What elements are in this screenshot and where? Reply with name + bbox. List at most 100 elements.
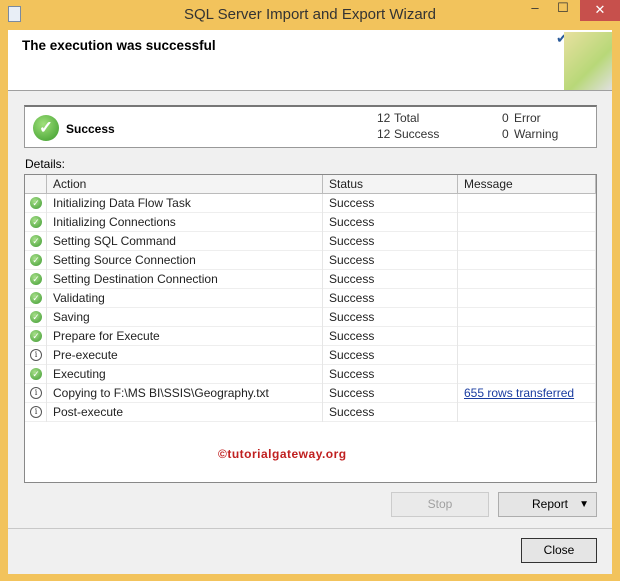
message-cell <box>458 251 596 270</box>
action-cell: Post-execute <box>47 403 323 422</box>
status-cell: Success <box>323 384 458 403</box>
success-icon: ✓ <box>30 273 42 285</box>
success-icon: ✓ <box>33 115 59 141</box>
message-cell <box>458 289 596 308</box>
message-cell <box>458 232 596 251</box>
status-cell: Success <box>323 365 458 384</box>
message-cell <box>458 346 596 365</box>
success-icon: ✓ <box>30 368 42 380</box>
total-count: 12 <box>377 111 391 125</box>
action-cell: Executing <box>47 365 323 384</box>
warning-count: 0 <box>502 127 509 141</box>
action-cell: Validating <box>47 289 323 308</box>
total-label: Total <box>394 111 420 125</box>
info-icon: i <box>30 349 42 361</box>
header-status[interactable]: Status <box>323 175 458 194</box>
warning-label: Warning <box>514 127 559 141</box>
table-row[interactable]: i Pre-execute Success <box>25 346 596 365</box>
table-row[interactable]: ✓ Prepare for Execute Success <box>25 327 596 346</box>
message-cell <box>458 194 596 213</box>
table-row[interactable]: ✓ Executing Success <box>25 365 596 384</box>
error-label: Error <box>514 111 541 125</box>
status-cell: Success <box>323 213 458 232</box>
row-icon-cell: ✓ <box>25 270 47 289</box>
wizard-body: The execution was successful ✔ ✓ Success… <box>8 30 612 574</box>
row-icon-cell: i <box>25 403 47 422</box>
error-count: 0 <box>502 111 509 125</box>
message-cell <box>458 403 596 422</box>
wizard-banner-icon <box>564 32 612 90</box>
success-icon: ✓ <box>30 254 42 266</box>
row-icon-cell: i <box>25 384 47 403</box>
message-link[interactable]: 655 rows transferred <box>464 386 574 400</box>
message-cell <box>458 270 596 289</box>
row-icon-cell: ✓ <box>25 232 47 251</box>
success-count: 12 <box>377 127 391 141</box>
summary-panel: ✓ Success 12 Total 12 Success 0 Error 0 … <box>24 105 597 148</box>
table-row[interactable]: i Post-execute Success <box>25 403 596 422</box>
status-cell: Success <box>323 308 458 327</box>
row-icon-cell: ✓ <box>25 213 47 232</box>
maximize-button[interactable]: ☐ <box>550 0 576 21</box>
table-row[interactable]: ✓ Setting Source Connection Success <box>25 251 596 270</box>
row-icon-cell: ✓ <box>25 365 47 384</box>
row-icon-cell: ✓ <box>25 308 47 327</box>
action-cell: Initializing Data Flow Task <box>47 194 323 213</box>
status-cell: Success <box>323 403 458 422</box>
message-cell: 655 rows transferred <box>458 384 596 403</box>
action-cell: Setting Destination Connection <box>47 270 323 289</box>
message-cell <box>458 308 596 327</box>
status-cell: Success <box>323 327 458 346</box>
table-header: Action Status Message <box>25 175 596 194</box>
table-row[interactable]: ✓ Validating Success <box>25 289 596 308</box>
row-icon-cell: i <box>25 346 47 365</box>
row-icon-cell: ✓ <box>25 194 47 213</box>
page-title: The execution was successful <box>22 38 216 53</box>
page-header: The execution was successful ✔ <box>8 30 612 91</box>
success-label: Success <box>394 127 440 141</box>
table-row[interactable]: ✓ Setting SQL Command Success <box>25 232 596 251</box>
header-message[interactable]: Message <box>458 175 596 194</box>
report-label: Report <box>532 497 569 511</box>
status-cell: Success <box>323 194 458 213</box>
watermark: ©tutorialgateway.org <box>218 447 347 461</box>
title-bar: SQL Server Import and Export Wizard – ☐ … <box>0 0 620 30</box>
action-cell: Pre-execute <box>47 346 323 365</box>
table-row[interactable]: ✓ Initializing Connections Success <box>25 213 596 232</box>
message-cell <box>458 327 596 346</box>
action-cell: Setting SQL Command <box>47 232 323 251</box>
divider <box>8 528 612 529</box>
minimize-button[interactable]: – <box>522 0 548 21</box>
success-icon: ✓ <box>30 311 42 323</box>
header-icon-column <box>25 175 47 194</box>
table-row[interactable]: ✓ Setting Destination Connection Success <box>25 270 596 289</box>
row-icon-cell: ✓ <box>25 327 47 346</box>
summary-status: Success <box>66 122 115 136</box>
success-icon: ✓ <box>30 216 42 228</box>
wizard-window: SQL Server Import and Export Wizard – ☐ … <box>0 0 620 581</box>
action-cell: Copying to F:\MS BI\SSIS\Geography.txt <box>47 384 323 403</box>
table-row[interactable]: ✓ Saving Success <box>25 308 596 327</box>
message-cell <box>458 365 596 384</box>
action-cell: Setting Source Connection <box>47 251 323 270</box>
row-icon-cell: ✓ <box>25 289 47 308</box>
info-icon: i <box>30 387 42 399</box>
success-icon: ✓ <box>30 235 42 247</box>
status-cell: Success <box>323 270 458 289</box>
close-window-button[interactable]: ✕ <box>580 0 620 21</box>
report-button[interactable]: Report ▼ <box>498 492 597 517</box>
header-action[interactable]: Action <box>47 175 323 194</box>
success-icon: ✓ <box>30 292 42 304</box>
stop-button[interactable]: Stop <box>391 492 489 517</box>
table-row[interactable]: i Copying to F:\MS BI\SSIS\Geography.txt… <box>25 384 596 403</box>
message-cell <box>458 213 596 232</box>
table-row[interactable]: ✓ Initializing Data Flow Task Success <box>25 194 596 213</box>
status-cell: Success <box>323 346 458 365</box>
close-button[interactable]: Close <box>521 538 597 563</box>
status-cell: Success <box>323 232 458 251</box>
success-icon: ✓ <box>30 330 42 342</box>
details-table[interactable]: Action Status Message ✓ Initializing Dat… <box>24 174 597 483</box>
action-cell: Saving <box>47 308 323 327</box>
status-cell: Success <box>323 251 458 270</box>
dropdown-arrow-icon: ▼ <box>579 499 589 510</box>
